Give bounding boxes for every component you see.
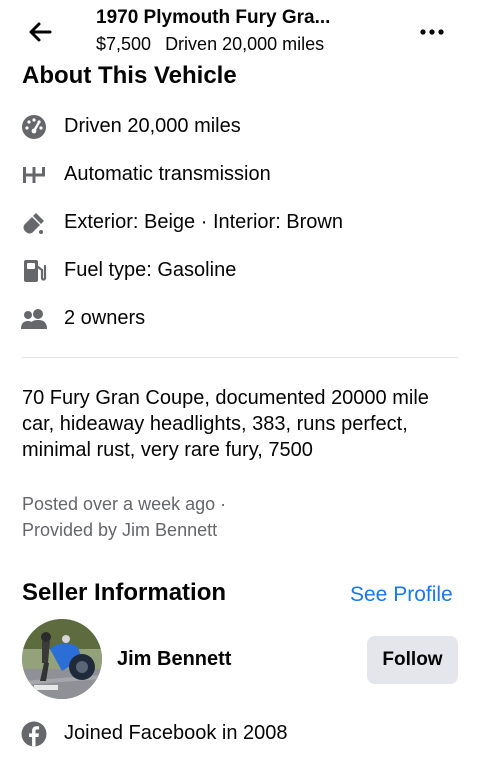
- seller-joined: Joined Facebook in 2008: [0, 714, 479, 754]
- people-icon: [20, 305, 48, 333]
- spec-text: Driven 20,000 miles: [64, 115, 241, 137]
- seller-avatar[interactable]: [22, 619, 102, 699]
- follow-button[interactable]: Follow: [367, 636, 458, 684]
- spec-colors: Exterior: Beige · Interior: Brown: [0, 203, 479, 243]
- spec-transmission: Automatic transmission: [0, 155, 479, 195]
- listing-price: $7,500: [96, 34, 152, 54]
- transmission-icon: [20, 161, 48, 189]
- spec-text: Fuel type: Gasoline: [64, 259, 237, 281]
- listing-subtitle: $7,500 Driven 20,000 miles: [96, 34, 324, 55]
- posted-time: Posted over a week ago ·: [22, 494, 227, 514]
- facebook-icon: [20, 720, 48, 748]
- provided-by: Provided by Jim Bennett: [22, 520, 218, 540]
- spec-text: 2 owners: [64, 307, 146, 329]
- section-divider: [22, 357, 458, 358]
- see-profile-link[interactable]: See Profile: [350, 583, 453, 607]
- listing-description: 70 Fury Gran Coupe, documented 20000 mil…: [22, 387, 429, 461]
- spec-mileage: Driven 20,000 miles: [0, 107, 479, 147]
- arrow-left-icon: [29, 22, 52, 42]
- paint-icon: [20, 209, 48, 237]
- fuel-pump-icon: [20, 257, 48, 285]
- more-horizontal-icon: [420, 29, 444, 35]
- back-button[interactable]: [22, 14, 58, 50]
- seller-info-heading: Seller Information: [22, 579, 227, 606]
- about-vehicle-heading: About This Vehicle: [22, 62, 237, 89]
- top-bar: 1970 Plymouth Fury Gra... $7,500 Driven 2…: [0, 0, 479, 60]
- spec-text: Automatic transmission: [64, 163, 271, 185]
- listing-mileage: Driven 20,000 miles: [165, 34, 325, 54]
- spec-text: Exterior: Beige · Interior: Brown: [64, 211, 343, 233]
- speedometer-icon: [20, 113, 48, 141]
- listing-title: 1970 Plymouth Fury Gra...: [96, 7, 331, 28]
- more-options-button[interactable]: [412, 14, 452, 50]
- joined-text: Joined Facebook in 2008: [64, 722, 288, 744]
- seller-name[interactable]: Jim Bennett: [117, 648, 231, 671]
- spec-fuel: Fuel type: Gasoline: [0, 251, 479, 291]
- spec-owners: 2 owners: [0, 299, 479, 339]
